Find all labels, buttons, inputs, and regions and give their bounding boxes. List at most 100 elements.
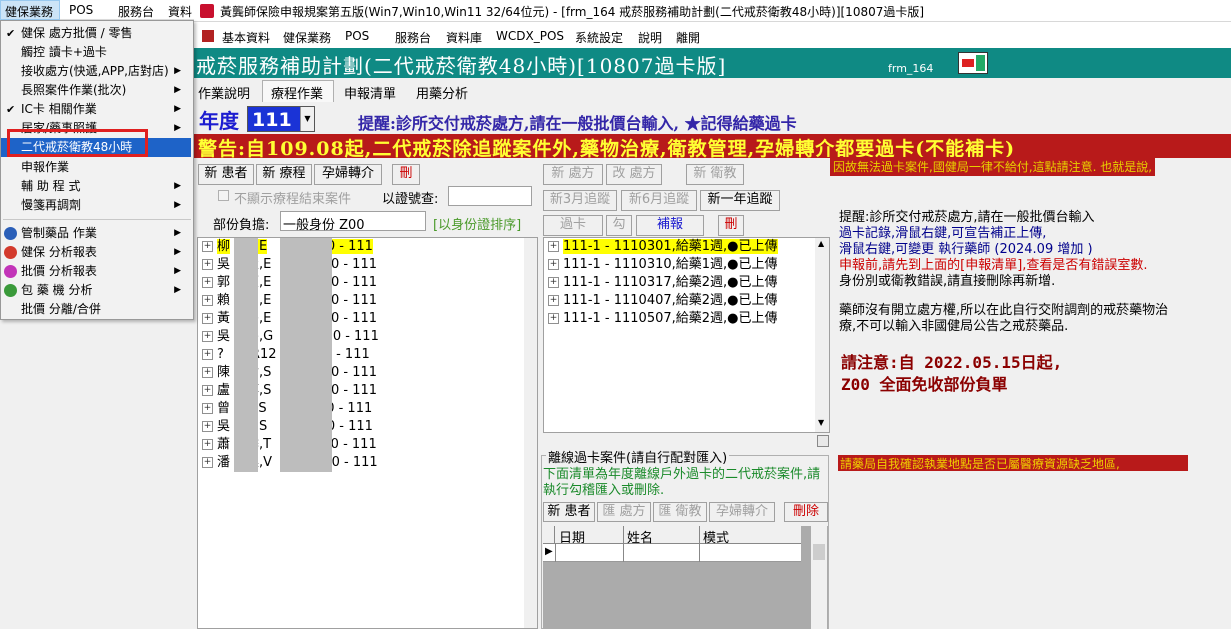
- offline-import-prescription-button[interactable]: 匯 處方: [597, 502, 651, 522]
- new-3month-followup-button[interactable]: 新3月追蹤: [543, 190, 617, 211]
- offline-pregnancy-referral-button[interactable]: 孕婦轉介: [709, 502, 775, 522]
- record-text: 111-1 - 1110407,給藥2週,●已上傳: [563, 293, 778, 308]
- year-value: 111: [252, 109, 292, 131]
- menu-nhi-active[interactable]: 健保業務: [0, 0, 60, 20]
- new-patient-button[interactable]: 新 患者: [198, 164, 254, 185]
- menu-pos[interactable]: POS: [69, 3, 93, 17]
- expand-icon[interactable]: +: [202, 457, 213, 468]
- expand-icon[interactable]: +: [202, 295, 213, 306]
- record-row[interactable]: +111-1 - 1110317,給藥2週,●已上傳: [544, 274, 778, 292]
- menu-basic[interactable]: 基本資料: [222, 29, 270, 46]
- records-tree[interactable]: +111-1 - 1110301,給藥1週,●已上傳 +111-1 - 11103…: [543, 237, 830, 433]
- expand-icon[interactable]: +: [202, 421, 213, 432]
- offline-grid-scrollbar[interactable]: [811, 526, 827, 629]
- menu-item[interactable]: 健保 分析報表 ▶: [1, 243, 191, 262]
- tab-strip: 作業說明 療程作業 申報清單 用藥分析: [192, 80, 1231, 102]
- menu-item[interactable]: 申報作業: [1, 158, 191, 177]
- year-select[interactable]: 111 ▼: [247, 106, 315, 132]
- tick-button[interactable]: 勾: [606, 215, 632, 236]
- exit-door-icon[interactable]: [958, 52, 988, 74]
- expand-icon[interactable]: +: [202, 367, 213, 378]
- expand-icon[interactable]: +: [548, 241, 559, 252]
- menu-item[interactable]: 慢箋再調劑 ▶: [1, 196, 191, 215]
- card-process-button[interactable]: 過卡: [543, 215, 603, 236]
- expand-icon[interactable]: +: [548, 295, 559, 306]
- tab-instructions[interactable]: 作業說明: [198, 83, 250, 102]
- menu-item[interactable]: 輔 助 程 式 ▶: [1, 177, 191, 196]
- supplement-report-button[interactable]: 補報: [636, 215, 704, 236]
- expand-icon[interactable]: +: [202, 349, 213, 360]
- expand-icon[interactable]: +: [548, 313, 559, 324]
- expand-icon[interactable]: +: [202, 241, 213, 252]
- menu-service[interactable]: 服務台: [118, 3, 154, 20]
- menu-item-label: 健保 處方批價 / 零售: [21, 26, 133, 40]
- hide-finished-checkbox[interactable]: [218, 190, 229, 201]
- new-1year-followup-button[interactable]: 新一年追蹤: [700, 190, 780, 211]
- menu-item[interactable]: 長照案件作業(批次) ▶: [1, 81, 191, 100]
- edit-prescription-button[interactable]: 改 處方: [606, 164, 662, 185]
- new-education-button[interactable]: 新 衛教: [686, 164, 744, 185]
- menu-data[interactable]: 資料: [168, 3, 192, 20]
- delete-patient-button[interactable]: 刪: [392, 164, 420, 185]
- record-row[interactable]: +111-1 - 1110407,給藥2週,●已上傳: [544, 292, 778, 310]
- menu-database[interactable]: 資料庫: [446, 29, 482, 46]
- menu-settings[interactable]: 系統設定: [575, 29, 623, 46]
- expand-icon[interactable]: +: [202, 277, 213, 288]
- offline-grid-newrow[interactable]: ▶: [543, 544, 801, 562]
- menu-item-label: 慢箋再調劑: [21, 198, 82, 212]
- row-pointer-icon: ▶: [545, 546, 553, 557]
- patient-name: 賴: [217, 293, 231, 308]
- expand-icon[interactable]: +: [202, 403, 213, 414]
- tab-treatment[interactable]: 療程作業: [262, 80, 334, 102]
- menu-wcdx[interactable]: WCDX_POS: [496, 29, 564, 43]
- patient-name: 蕭: [217, 437, 231, 452]
- expand-icon[interactable]: +: [202, 385, 213, 396]
- menu-nhi[interactable]: 健保業務: [283, 29, 331, 46]
- form-header: 戒菸服務補助計劃(二代戒菸衛教48小時)[10807過卡版] frm_164: [192, 48, 1231, 78]
- offline-new-patient-button[interactable]: 新 患者: [543, 502, 595, 522]
- record-row[interactable]: +111-1 - 1110310,給藥1週,●已上傳: [544, 256, 778, 274]
- submenu-arrow-icon: ▶: [174, 228, 181, 238]
- record-row[interactable]: +111-1 - 1110507,給藥2週,●已上傳: [544, 310, 778, 328]
- hide-finished-label: 不顯示療程結束案件: [234, 192, 352, 207]
- menu-item[interactable]: 觸控 讀卡+過卡: [1, 43, 191, 62]
- menu-item[interactable]: 接收處方(快遞,APP,店對店) ▶: [1, 62, 191, 81]
- offline-grid[interactable]: 日期 姓名 模式 ▶: [543, 526, 828, 629]
- menu-service2[interactable]: 服務台: [395, 29, 431, 46]
- expand-icon[interactable]: +: [548, 259, 559, 270]
- offline-delete-button[interactable]: 刪除: [784, 502, 828, 522]
- expand-icon[interactable]: +: [202, 259, 213, 270]
- new-6month-followup-button[interactable]: 新6月追蹤: [621, 190, 697, 211]
- expand-icon[interactable]: +: [202, 313, 213, 324]
- offline-import-education-button[interactable]: 匯 衛教: [653, 502, 707, 522]
- menu-item[interactable]: 包 藥 機 分析 ▶: [1, 281, 191, 300]
- tab-drug-analysis[interactable]: 用藥分析: [416, 83, 468, 102]
- expand-icon[interactable]: +: [202, 331, 213, 342]
- menu-item[interactable]: ✔ 健保 處方批價 / 零售: [1, 24, 191, 43]
- new-prescription-button[interactable]: 新 處方: [543, 164, 603, 185]
- menu-item[interactable]: 批價 分析報表 ▶: [1, 262, 191, 281]
- expand-icon[interactable]: +: [548, 277, 559, 288]
- tab-claims[interactable]: 申報清單: [344, 83, 396, 102]
- records-tree-scrollbar[interactable]: ▲ ▼: [815, 238, 829, 432]
- pregnancy-referral-button[interactable]: 孕婦轉介: [314, 164, 382, 185]
- patient-tree[interactable]: +柳Z,E5 Z00 - 111+吳豈,E0 Z00 - 111+郭蕉,E8 Z…: [197, 237, 538, 629]
- id-search-input[interactable]: [448, 186, 532, 206]
- delete-record-button[interactable]: 刪: [718, 215, 744, 236]
- dropdown-menu: ✔ 健保 處方批價 / 零售 觸控 讀卡+過卡 接收處方(快遞,APP,店對店) ▶ 長照…: [0, 20, 194, 320]
- menu-item[interactable]: 管制藥品 作業 ▶: [1, 224, 191, 243]
- copay-field[interactable]: 一般身份 Z00: [280, 211, 426, 233]
- record-row[interactable]: +111-1 - 1110301,給藥1週,●已上傳: [544, 238, 778, 256]
- scroll-down-arrow-icon[interactable]: ▼: [818, 418, 824, 427]
- reminder-text: 提醒:診所交付戒菸處方,請在一般批價台輸入, ★記得給藥過卡: [358, 114, 797, 133]
- menu-item[interactable]: 批價 分離/合併: [1, 300, 191, 319]
- patient-tree-scrollbar[interactable]: [524, 238, 537, 628]
- scroll-up-arrow-icon[interactable]: ▲: [818, 239, 824, 248]
- new-treatment-button[interactable]: 新 療程: [256, 164, 312, 185]
- menu-exit[interactable]: 離開: [676, 29, 700, 46]
- menu-pos2[interactable]: POS: [345, 29, 369, 43]
- menu-item[interactable]: ✔ IC卡 相關作業 ▶: [1, 100, 191, 119]
- expand-icon[interactable]: +: [202, 439, 213, 450]
- menu-help[interactable]: 說明: [638, 29, 662, 46]
- year-dropdown-arrow[interactable]: ▼: [300, 107, 314, 131]
